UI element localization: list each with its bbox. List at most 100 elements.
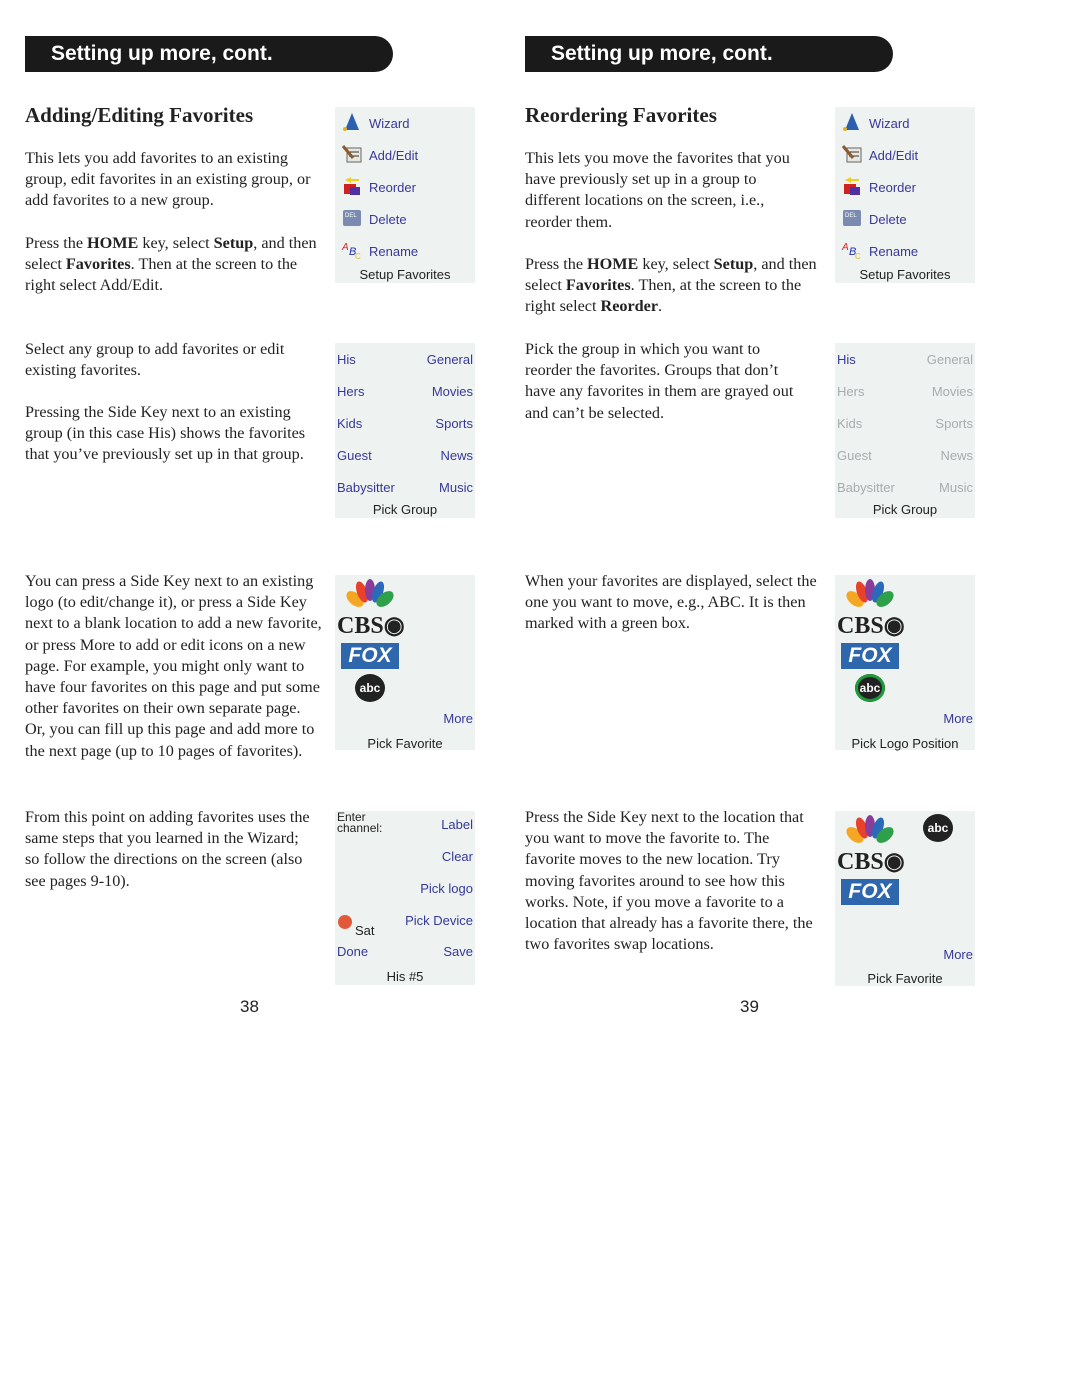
paragraph: Press the HOME key, select Setup, and th… [525, 254, 825, 318]
nbc-peacock-logo [846, 815, 894, 843]
group-option[interactable]: General [927, 352, 973, 367]
screen-caption: Pick Logo Position [851, 736, 959, 751]
group-row: His General [835, 352, 975, 370]
rename-icon: ABC [841, 240, 863, 263]
more-option[interactable]: More [443, 711, 473, 726]
group-option[interactable]: Hers [837, 384, 864, 399]
paragraph: Select any group to add favorites or edi… [25, 339, 325, 381]
clear-option[interactable]: Clear [442, 849, 473, 864]
screen-caption: Pick Group [872, 502, 938, 517]
abc-logo: abc [355, 674, 385, 702]
screen-caption: Setup Favorites [359, 267, 451, 282]
menu-item-label: Delete [869, 211, 907, 227]
group-row: Kids Sports [835, 416, 975, 434]
menu-item-label: Wizard [369, 115, 410, 131]
svg-text:DEL: DEL [845, 213, 857, 219]
menu-item[interactable]: Wizard [841, 112, 909, 134]
add-edit-icon [841, 144, 863, 167]
cbs-text: CBS [837, 613, 884, 639]
group-row: Kids Sports [335, 416, 475, 434]
menu-item[interactable]: DEL Delete [841, 208, 907, 230]
screen-caption: His #5 [386, 969, 424, 984]
menu-item[interactable]: Add/Edit [341, 144, 418, 166]
menu-item[interactable]: Add/Edit [841, 144, 918, 166]
group-option[interactable]: Movies [432, 384, 473, 399]
paragraph: From this point on adding favorites uses… [25, 807, 310, 892]
more-option[interactable]: More [943, 711, 973, 726]
page-number: 38 [240, 997, 259, 1016]
group-option[interactable]: Sports [435, 416, 473, 431]
group-option[interactable]: Guest [337, 448, 372, 463]
bold-term: Reorder [600, 297, 659, 316]
delete-icon: DEL [341, 208, 363, 231]
bold-term: Setup [213, 234, 254, 252]
cbs-text: CBS [837, 849, 884, 875]
delete-icon: DEL [841, 208, 863, 231]
svg-text:A: A [841, 242, 849, 253]
group-row: Guest News [335, 448, 475, 466]
group-option[interactable]: Babysitter [837, 480, 895, 495]
text-segment: Press the [525, 255, 588, 273]
pick-device-option[interactable]: Pick Device [405, 913, 473, 928]
done-option[interactable]: Done [337, 944, 368, 959]
paragraph: This lets you move the favorites that yo… [525, 148, 810, 233]
screen-caption: Setup Favorites [859, 267, 951, 282]
text-segment: This lets you add favorites to an existi… [25, 149, 311, 210]
menu-item[interactable]: Reorder [341, 176, 416, 198]
paragraph: Pressing the Side Key next to an existin… [25, 402, 325, 466]
cbs-text: CBS [337, 613, 384, 639]
svg-text:DEL: DEL [345, 213, 357, 219]
page-number: 39 [740, 997, 759, 1016]
text-segment: Pick the group in which you want to reor… [525, 340, 794, 422]
satellite-icon [338, 915, 352, 929]
pick-favorite-screen: abc CBS◉ FOX More Pick Favorite [835, 811, 975, 986]
menu-item[interactable]: A B C Rename [341, 240, 418, 262]
group-option[interactable]: News [440, 448, 473, 463]
menu-item[interactable]: Reorder [841, 176, 916, 198]
fox-logo: FOX [841, 879, 899, 905]
text-segment: key, select [638, 255, 714, 273]
text-segment: Press the [25, 234, 88, 252]
text-segment: . [658, 297, 663, 316]
pick-logo-position-screen: CBS◉ FOX abc More Pick Logo Position [835, 575, 975, 751]
group-option[interactable]: Guest [837, 448, 872, 463]
menu-item[interactable]: DEL Delete [341, 208, 407, 230]
group-option[interactable]: Music [439, 480, 473, 495]
fox-logo: FOX [341, 643, 399, 669]
save-option[interactable]: Save [443, 944, 473, 959]
menu-item[interactable]: A B C Rename [841, 240, 918, 262]
text-segment: Press the Side Key next to the location … [525, 808, 813, 954]
group-option[interactable]: Movies [932, 384, 973, 399]
group-row: Babysitter Music [835, 480, 975, 498]
group-option[interactable]: Babysitter [337, 480, 395, 495]
fox-logo: FOX [841, 643, 899, 669]
section-heading: Adding/Editing Favorites [25, 103, 254, 127]
group-row: Hers Movies [335, 384, 475, 402]
pick-group-screen: His General Hers Movies Kids Sports Guest News B… [335, 343, 475, 518]
pick-logo-option[interactable]: Pick logo [420, 881, 473, 896]
group-option[interactable]: His [337, 352, 356, 367]
screen-caption: Pick Group [372, 502, 438, 517]
menu-item-label: Reorder [369, 179, 416, 195]
group-option[interactable]: Kids [837, 416, 862, 431]
group-option[interactable]: News [940, 448, 973, 463]
group-option[interactable]: Hers [337, 384, 364, 399]
manual-spread: Setting up more, cont. Adding/Editing Fa… [0, 0, 1080, 1397]
cbs-logo: CBS◉ [837, 849, 905, 875]
group-row: Hers Movies [835, 384, 975, 402]
group-option[interactable]: General [427, 352, 473, 367]
text-segment: You can press a Side Key next to an exis… [25, 572, 322, 760]
menu-item-label: Add/Edit [369, 147, 419, 163]
group-option[interactable]: Music [939, 480, 973, 495]
svg-text:A: A [341, 242, 349, 253]
reorder-icon [841, 176, 863, 199]
group-option[interactable]: His [837, 352, 856, 367]
more-option[interactable]: More [943, 947, 973, 962]
section-heading: Reordering Favorites [525, 103, 717, 127]
label-option[interactable]: Label [441, 817, 473, 832]
group-option[interactable]: Sports [935, 416, 973, 431]
group-option[interactable]: Kids [337, 416, 362, 431]
edit-favorite-screen: Enter channel: Label Clear Pick logo Pic… [335, 811, 475, 985]
group-row: Babysitter Music [335, 480, 475, 498]
menu-item[interactable]: Wizard [341, 112, 409, 134]
